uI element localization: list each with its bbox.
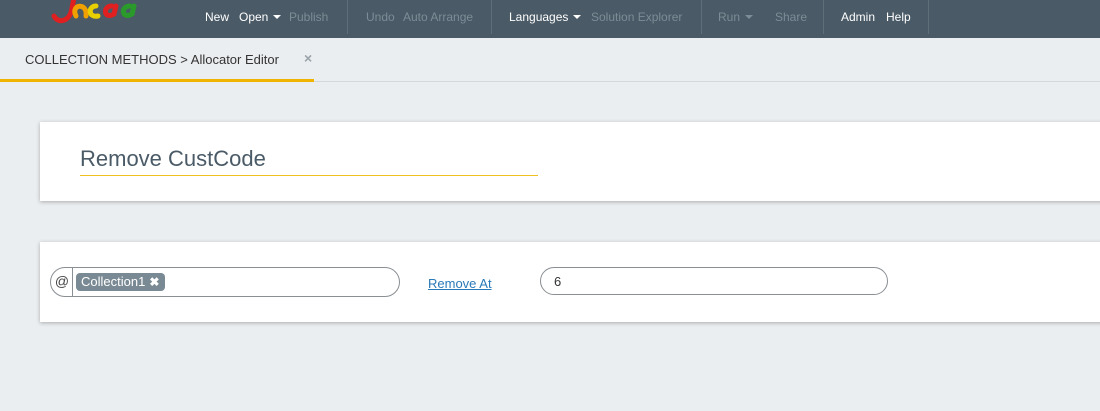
collection-chip-label: Collection1: [81, 274, 146, 289]
nav-divider: [928, 0, 929, 34]
admin-menu[interactable]: Admin: [841, 0, 875, 38]
editor-tab-bar: COLLECTION METHODS > Allocator Editor ×: [0, 38, 1100, 82]
collection-field[interactable]: @ Collection1 ✖: [50, 267, 400, 297]
solution-explorer-menu[interactable]: Solution Explorer: [591, 0, 682, 38]
chevron-down-icon: [573, 15, 582, 19]
languages-menu[interactable]: Languages: [509, 0, 582, 38]
help-menu[interactable]: Help: [886, 0, 911, 38]
close-icon[interactable]: ×: [304, 50, 312, 66]
publish-menu[interactable]: Publish: [289, 0, 328, 38]
share-menu[interactable]: Share: [775, 0, 807, 38]
operation-card: @ Collection1 ✖ Remove At 6: [40, 242, 1100, 322]
top-nav-bar: New Open Publish Undo Auto Arrange Langu…: [0, 0, 1100, 38]
nav-divider: [823, 0, 824, 34]
run-menu[interactable]: Run: [718, 0, 754, 38]
chevron-down-icon: [273, 15, 282, 19]
open-menu[interactable]: Open: [239, 0, 282, 38]
auto-arrange-menu[interactable]: Auto Arrange: [403, 0, 473, 38]
tab-label: COLLECTION METHODS > Allocator Editor: [25, 52, 279, 67]
run-label: Run: [718, 10, 741, 24]
nav-divider: [347, 0, 348, 34]
remove-chip-icon[interactable]: ✖: [149, 275, 159, 289]
languages-label: Languages: [509, 10, 569, 24]
variable-toggle[interactable]: @: [52, 268, 73, 296]
allocator-name-field[interactable]: Remove CustCode: [80, 146, 538, 176]
app-logo: [48, 0, 158, 24]
open-label: Open: [239, 10, 269, 24]
tab-allocator-editor[interactable]: COLLECTION METHODS > Allocator Editor ×: [0, 38, 314, 82]
chevron-down-icon: [745, 15, 754, 19]
nav-divider: [701, 0, 702, 34]
operation-link[interactable]: Remove At: [428, 276, 492, 291]
undo-menu[interactable]: Undo: [366, 0, 395, 38]
collection-chip: Collection1 ✖: [76, 273, 166, 291]
title-card: Remove CustCode: [40, 122, 1100, 201]
nav-divider: [491, 0, 492, 34]
index-input[interactable]: 6: [540, 267, 888, 295]
new-menu[interactable]: New: [205, 0, 229, 38]
